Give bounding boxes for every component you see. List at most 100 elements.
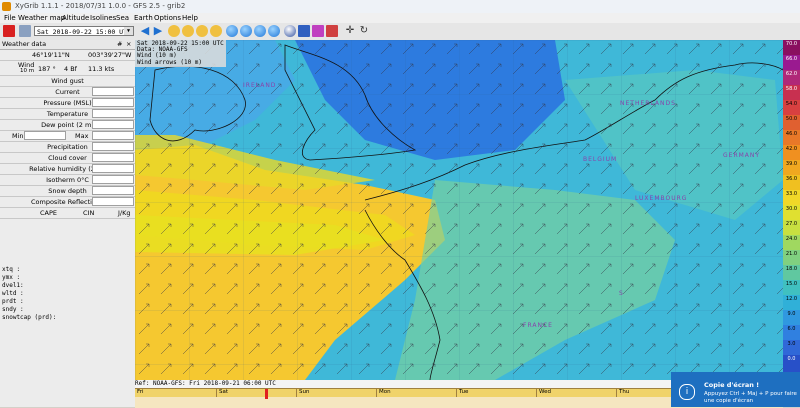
cape-label: CAPE xyxy=(40,209,58,217)
refresh-icon[interactable]: ↻ xyxy=(358,25,370,37)
dew-point-value xyxy=(92,120,134,129)
date-value: Sat 2018-09-22 15:00 UTC xyxy=(37,28,131,36)
debug-line: dvel1: xyxy=(2,282,24,289)
timeline-day[interactable]: Fri xyxy=(135,389,217,397)
legend-cell: 18.0 xyxy=(783,265,800,280)
legend-cell: 39.0 xyxy=(783,160,800,175)
screenshot-toast[interactable]: i Copie d'écran ! Appuyez Ctrl + Maj + P… xyxy=(671,372,800,407)
legend-cell: 54.0 xyxy=(783,100,800,115)
timeline-day[interactable]: Wed xyxy=(537,389,617,397)
legend-cell: 58.0 xyxy=(783,85,800,100)
legend-cell: 9.0 xyxy=(783,310,800,325)
menu-earth[interactable]: Earth xyxy=(134,14,153,22)
zoom-fit-icon[interactable] xyxy=(210,25,222,37)
legend-cell: 42.0 xyxy=(783,145,800,160)
latitude-value: 46°19'11"N xyxy=(32,51,70,59)
download-icon[interactable] xyxy=(19,25,31,37)
legend-cell: 15.0 xyxy=(783,280,800,295)
map-label-netherlands: NETHERLANDS xyxy=(620,100,676,107)
precipitation-value xyxy=(92,142,134,151)
toolbar: Sat 2018-09-22 15:00 UTC ▼ ◀ ▶ ✛ ↻ xyxy=(0,23,800,41)
tool-icon[interactable] xyxy=(326,25,338,37)
min-value xyxy=(24,131,66,140)
reflectivity-value xyxy=(92,197,134,206)
max-value xyxy=(92,131,134,140)
menu-bar: File Weather map Altitude Isolines Sea E… xyxy=(0,13,800,23)
map-info-overlay: Sat 2018-09-22 15:00 UTC Data: NOAA-GFS … xyxy=(135,40,226,67)
humidity-value xyxy=(92,164,134,173)
nav-3-icon[interactable] xyxy=(254,25,266,37)
legend-cell: 50.0 xyxy=(783,115,800,130)
legend-cell: 70.0 xyxy=(783,40,800,55)
legend-cell: 33.0 xyxy=(783,190,800,205)
debug-line: ymx : xyxy=(2,274,21,281)
info-icon: i xyxy=(679,384,695,400)
cape-unit: J/Kg xyxy=(118,209,131,217)
legend-cell: 62.0 xyxy=(783,70,800,85)
map-label-luxembourg: LUXEMBOURG xyxy=(635,195,688,202)
overlay-arrows: Wind arrows (10 m) xyxy=(137,58,203,66)
date-select[interactable]: Sat 2018-09-22 15:00 UTC ▼ xyxy=(34,26,134,36)
cloud-cover-value xyxy=(92,153,134,162)
toast-body: Appuyez Ctrl + Maj + P pour faire une co… xyxy=(704,391,797,404)
panel-title: Weather data xyxy=(2,40,47,48)
float-icon[interactable]: # xyxy=(117,40,122,48)
zoom-in-icon[interactable] xyxy=(182,25,194,37)
legend-cell: 12.0 xyxy=(783,295,800,310)
crosshair-icon[interactable]: ✛ xyxy=(344,25,356,37)
close-icon[interactable]: × xyxy=(126,40,131,48)
globe-icon[interactable] xyxy=(284,25,296,37)
legend-cell: 66.0 xyxy=(783,55,800,70)
panel-header: Weather data # × xyxy=(0,40,135,50)
menu-weather-map[interactable]: Weather map xyxy=(18,14,65,22)
timeline-day[interactable]: Mon xyxy=(377,389,457,397)
palette-icon[interactable] xyxy=(312,25,324,37)
isotherm-value xyxy=(92,175,134,184)
next-time-icon[interactable]: ▶ xyxy=(152,25,164,37)
debug-line: xtq : xyxy=(2,266,21,273)
current-value xyxy=(92,87,134,96)
max-label: Max xyxy=(75,132,89,140)
app-icon xyxy=(2,2,11,11)
zoom-out-icon[interactable] xyxy=(196,25,208,37)
legend-cell: 36.0 xyxy=(783,175,800,190)
prev-time-icon[interactable]: ◀ xyxy=(139,25,151,37)
timeline-day[interactable]: Sat xyxy=(217,389,297,397)
boat-icon[interactable] xyxy=(298,25,310,37)
map-label-ireland: IRELAND xyxy=(243,82,277,89)
menu-sea[interactable]: Sea xyxy=(116,14,129,22)
chevron-down-icon: ▼ xyxy=(124,27,133,35)
color-legend: 70.0 66.0 62.0 58.0 54.0 50.0 46.0 42.0 … xyxy=(783,40,800,380)
window-title: XyGrib 1.1.1 - 2018/07/31 1.0.0 - GFS 2.… xyxy=(15,2,186,10)
timeline-cursor[interactable] xyxy=(265,389,268,399)
toast-title: Copie d'écran ! xyxy=(704,381,760,389)
weather-data-panel: Weather data # × 46°19'11"N 003°39'27"W … xyxy=(0,40,136,407)
wind-gust-label: Wind gust xyxy=(51,77,84,85)
map-label-s: S xyxy=(619,290,624,297)
legend-cell: 21.0 xyxy=(783,250,800,265)
menu-isolines[interactable]: Isolines xyxy=(90,14,116,22)
timeline-day[interactable]: Sun xyxy=(297,389,377,397)
menu-altitude[interactable]: Altitude xyxy=(62,14,89,22)
debug-line: snowtcap (prd): xyxy=(2,314,57,321)
nav-1-icon[interactable] xyxy=(226,25,238,37)
wind-height-label: 10 m xyxy=(20,68,35,74)
menu-help[interactable]: Help xyxy=(182,14,198,22)
menu-options[interactable]: Options xyxy=(154,14,181,22)
snow-depth-value xyxy=(92,186,134,195)
debug-line: prdt : xyxy=(2,298,24,305)
map-label-belgium: BELGIUM xyxy=(583,156,618,163)
map-canvas xyxy=(135,40,783,380)
wind-direction-value: 187 ° xyxy=(38,65,56,73)
cin-label: CIN xyxy=(83,209,95,217)
weather-map[interactable]: Sat 2018-09-22 15:00 UTC Data: NOAA-GFS … xyxy=(135,40,783,380)
legend-cell: 24.0 xyxy=(783,235,800,250)
nav-4-icon[interactable] xyxy=(268,25,280,37)
nav-2-icon[interactable] xyxy=(240,25,252,37)
timeline-day[interactable]: Tue xyxy=(457,389,537,397)
temperature-value xyxy=(92,109,134,118)
legend-cell: 46.0 xyxy=(783,130,800,145)
stop-icon[interactable] xyxy=(3,25,15,37)
menu-file[interactable]: File xyxy=(4,14,16,22)
zoom-icon[interactable] xyxy=(168,25,180,37)
